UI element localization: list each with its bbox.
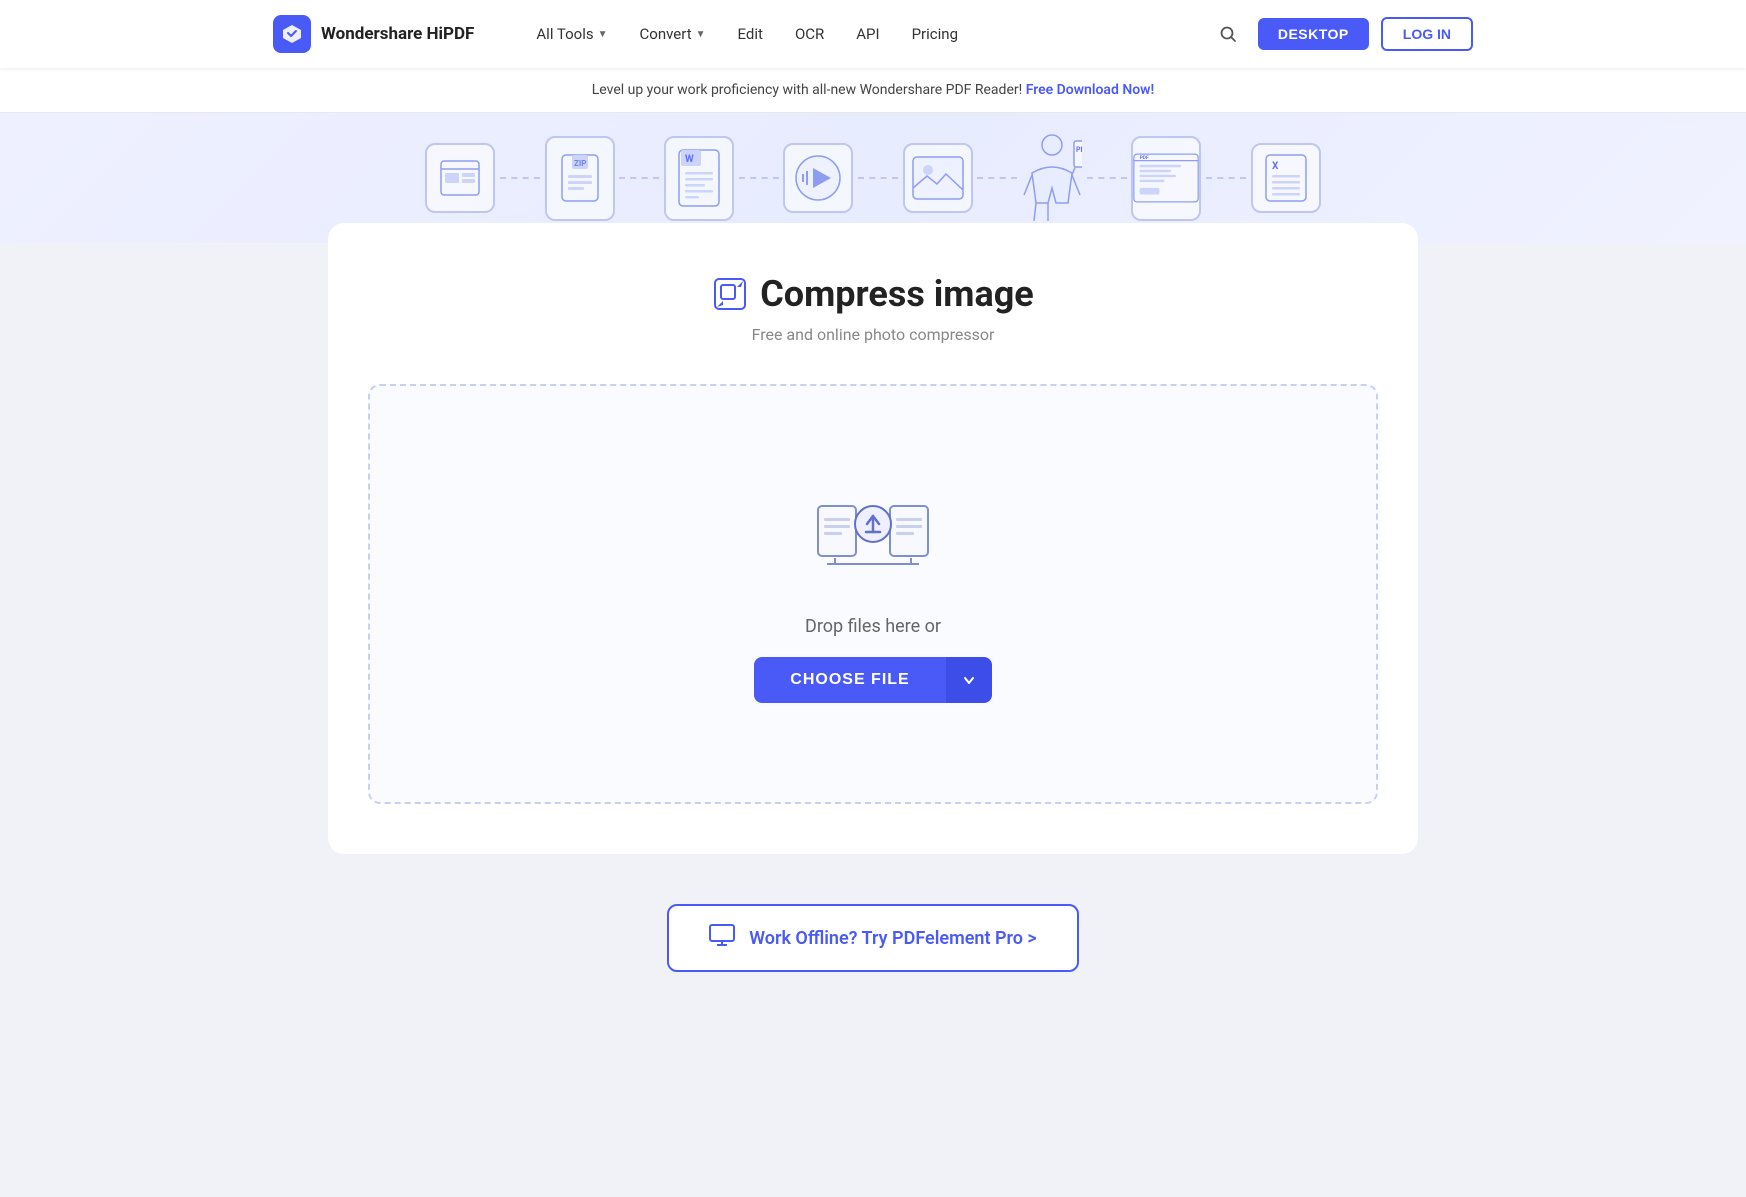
svg-text:PDF: PDF xyxy=(1076,146,1082,154)
nav-item-api[interactable]: API xyxy=(842,17,893,51)
offline-banner-text: Work Offline? Try PDFelement Pro > xyxy=(749,928,1037,949)
chevron-down-icon: ▼ xyxy=(696,29,706,40)
svg-text:W: W xyxy=(685,154,694,165)
illus-connector-5 xyxy=(977,177,1017,179)
nav-item-convert[interactable]: Convert ▼ xyxy=(626,17,720,51)
illus-item-word-doc: W xyxy=(664,136,734,221)
tool-subtitle: Free and online photo compressor xyxy=(368,325,1378,344)
svg-text:ZIP: ZIP xyxy=(574,159,586,168)
nav-item-ocr[interactable]: OCR xyxy=(781,17,838,51)
promo-banner: Level up your work proficiency with all-… xyxy=(0,68,1746,113)
brand-logo-link[interactable]: Wondershare HiPDF xyxy=(273,15,474,53)
login-button[interactable]: LOG IN xyxy=(1381,17,1473,51)
nav-item-all-tools[interactable]: All Tools ▼ xyxy=(522,17,621,51)
choose-file-button-group: CHOOSE FILE xyxy=(754,657,991,703)
hero-illustration: ZIP W xyxy=(423,118,1323,238)
offline-banner[interactable]: Work Offline? Try PDFelement Pro > xyxy=(667,904,1079,972)
nav-item-pricing[interactable]: Pricing xyxy=(898,17,972,51)
choose-file-button[interactable]: CHOOSE FILE xyxy=(754,657,945,703)
illus-connector-6 xyxy=(1087,177,1127,179)
brand-name: Wondershare HiPDF xyxy=(321,24,474,44)
illus-item-pdf-screen: PDF xyxy=(1131,136,1201,221)
nav-item-edit[interactable]: Edit xyxy=(724,17,777,51)
illus-connector-4 xyxy=(858,177,898,179)
upload-illustration xyxy=(813,486,933,586)
nav-actions: DESKTOP LOG IN xyxy=(1210,16,1473,52)
illus-person: PDF xyxy=(1022,133,1082,223)
illus-item-window xyxy=(425,143,495,213)
banner-text: Level up your work proficiency with all-… xyxy=(592,82,1022,98)
choose-file-dropdown-button[interactable] xyxy=(946,657,992,703)
illus-connector-3 xyxy=(739,177,779,179)
svg-text:PDF: PDF xyxy=(1140,155,1149,161)
drop-text: Drop files here or xyxy=(805,616,941,637)
illus-connector-1 xyxy=(500,177,540,179)
chevron-down-icon: ▼ xyxy=(598,29,608,40)
illus-item-zip: ZIP xyxy=(545,136,615,221)
illus-item-excel: X xyxy=(1251,143,1321,213)
nav-links: All Tools ▼ Convert ▼ Edit OCR API Prici… xyxy=(522,17,1177,51)
main-content: Compress image Free and online photo com… xyxy=(0,243,1746,1032)
tool-card: Compress image Free and online photo com… xyxy=(328,223,1418,854)
brand-logo-icon xyxy=(273,15,311,53)
navbar: Wondershare HiPDF All Tools ▼ Convert ▼ … xyxy=(0,0,1746,68)
banner-link[interactable]: Free Download Now! xyxy=(1026,82,1155,98)
monitor-icon xyxy=(709,924,735,952)
illus-connector-2 xyxy=(619,177,659,179)
illus-connector-7 xyxy=(1206,177,1246,179)
desktop-button[interactable]: DESKTOP xyxy=(1258,18,1369,50)
compress-image-icon xyxy=(712,276,748,312)
search-button[interactable] xyxy=(1210,16,1246,52)
drop-zone[interactable]: Drop files here or CHOOSE FILE xyxy=(368,384,1378,804)
page-title: Compress image xyxy=(760,273,1034,315)
svg-text:X: X xyxy=(1272,161,1279,172)
illus-item-arrow xyxy=(783,143,853,213)
illus-item-image xyxy=(903,143,973,213)
chevron-down-icon xyxy=(962,673,976,687)
tool-title-row: Compress image xyxy=(368,273,1378,315)
